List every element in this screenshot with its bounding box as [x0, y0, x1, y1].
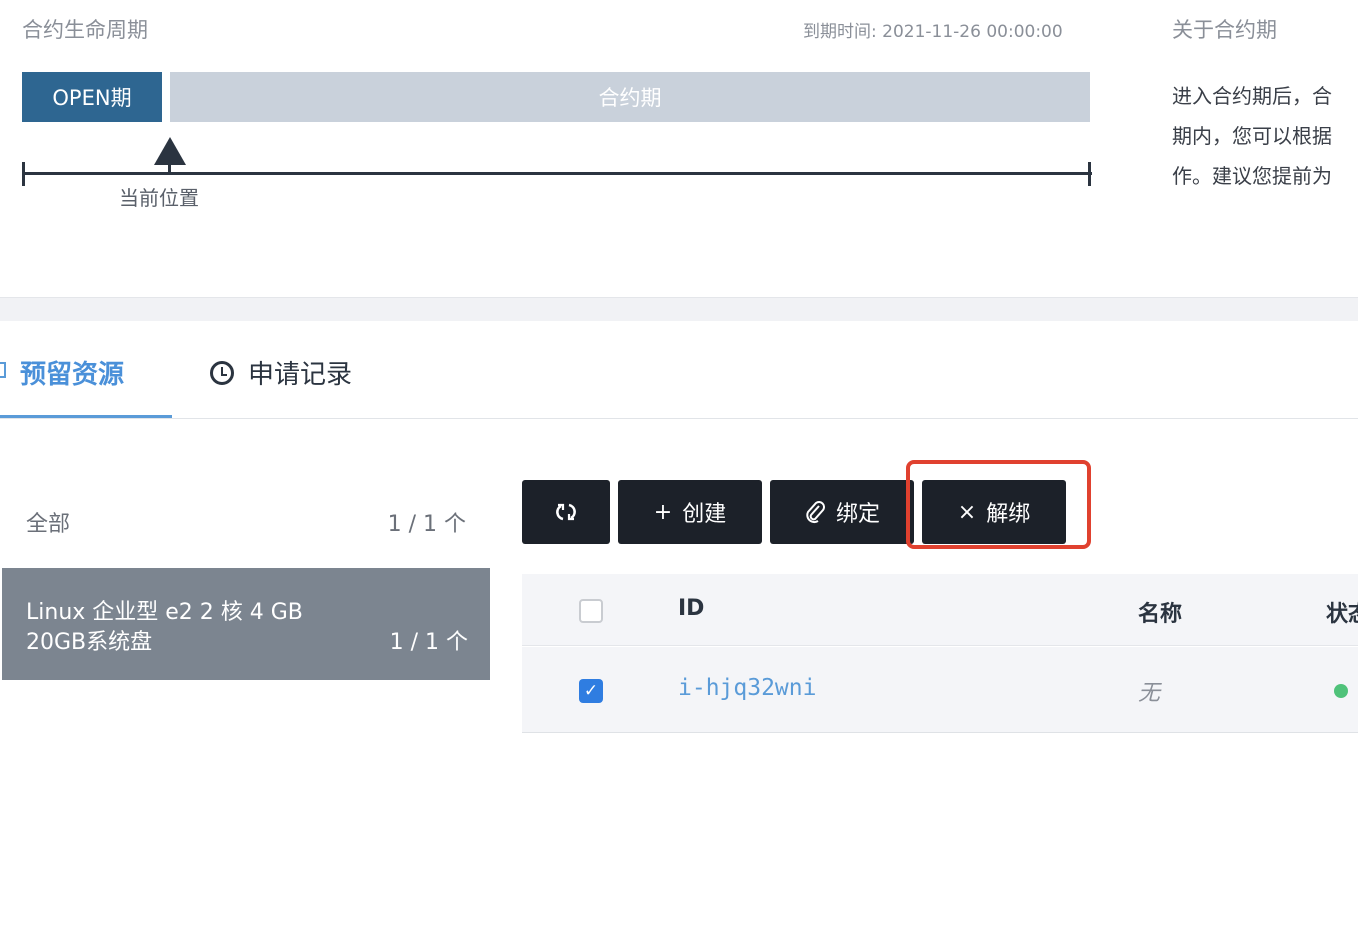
column-header-id[interactable]: ID — [678, 596, 704, 621]
tab-reserved-resources-label[interactable]: 预留资源 — [20, 354, 124, 391]
about-title: 关于合约期 — [1172, 18, 1277, 42]
column-header-name[interactable]: 名称 — [1138, 596, 1182, 628]
expire-time: 到期时间: 2021-11-26 00:00:00 — [803, 22, 1063, 42]
column-header-status[interactable]: 状态 — [1326, 596, 1358, 628]
create-button-label: 创建 — [682, 502, 727, 527]
table-header: ID 名称 状态 — [522, 574, 1358, 646]
row-checkbox[interactable]: ✓ — [579, 679, 603, 703]
open-phase-bar: OPEN期 — [22, 72, 162, 122]
paperclip-icon — [806, 501, 825, 524]
instance-id-link[interactable]: i-hjq32wni — [678, 675, 816, 701]
unbind-highlight-box — [906, 460, 1091, 549]
about-line: 期内，您可以根据 — [1172, 124, 1332, 148]
bind-button[interactable]: 绑定 — [770, 480, 914, 544]
tab-application-records-label: 申请记录 — [248, 360, 353, 390]
create-button[interactable]: + 创建 — [618, 480, 762, 544]
timeline-axis — [22, 172, 1092, 175]
about-line: 进入合约期后，合 — [1172, 84, 1332, 108]
bind-button-label: 绑定 — [835, 502, 880, 527]
status-dot-icon — [1334, 684, 1348, 698]
instance-name: 无 — [1138, 681, 1161, 706]
filter-all-label: 全部 — [26, 512, 71, 537]
contract-phase-bar: 合约期 — [170, 72, 1090, 122]
lifecycle-title: 合约生命周期 — [22, 18, 148, 42]
select-all-checkbox[interactable] — [579, 599, 603, 623]
filter-all[interactable]: 全部 1 / 1 个 — [0, 490, 490, 550]
tab-application-records[interactable]: 申请记录 — [210, 354, 352, 391]
current-position-label: 当前位置 — [119, 186, 199, 210]
filter-item-disk: 20GB系统盘 — [26, 630, 153, 655]
filter-item-linux-e2[interactable]: Linux 企业型 e2 2 核 4 GB 20GB系统盘 1 / 1 个 — [2, 568, 490, 680]
section-divider — [0, 297, 1358, 321]
about-line: 作。建议您提前为 — [1172, 164, 1332, 188]
table-row: ✓ i-hjq32wni 无 — [522, 647, 1358, 733]
plus-icon: + — [653, 499, 673, 525]
timeline-start-tick — [22, 162, 25, 186]
tabs-divider — [0, 418, 1358, 419]
filter-item-spec: Linux 企业型 e2 2 核 4 GB — [26, 600, 303, 625]
current-position-marker-icon — [154, 137, 186, 165]
refresh-button[interactable] — [522, 480, 610, 544]
resource-icon — [0, 362, 6, 378]
clock-icon — [210, 360, 234, 385]
about-text: 进入合约期后，合 期内，您可以根据 作。建议您提前为 — [1172, 76, 1358, 196]
timeline-end-tick — [1088, 162, 1091, 186]
filter-item-count: 1 / 1 个 — [389, 630, 468, 655]
filter-all-count: 1 / 1 个 — [387, 512, 466, 537]
refresh-icon — [556, 503, 576, 521]
